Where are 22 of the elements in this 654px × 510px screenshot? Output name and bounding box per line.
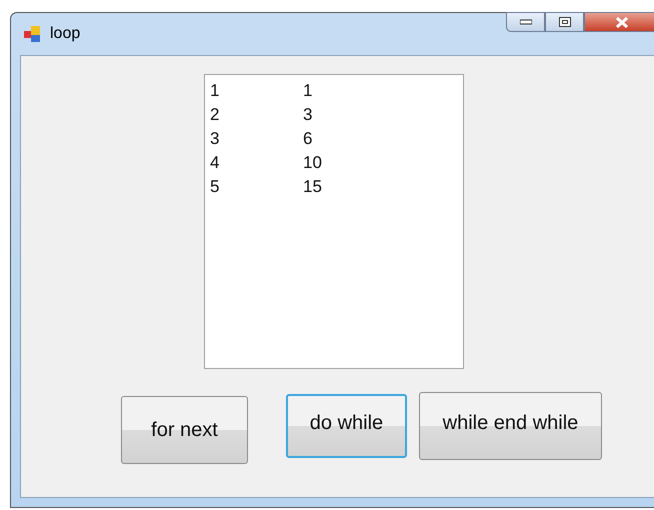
close-button[interactable] (584, 12, 654, 32)
close-icon (615, 16, 629, 28)
list-box[interactable]: 1 1 2 3 3 6 4 10 5 15 (204, 74, 464, 369)
list-item-text: 10 (303, 152, 322, 174)
list-item-text: 2 (210, 104, 220, 126)
action-button[interactable]: for next (121, 396, 248, 464)
list-item-text: 5 (210, 176, 220, 198)
list-item-text: 1 (210, 80, 220, 102)
list-item-text: 6 (303, 128, 312, 150)
list-item-text: 4 (210, 152, 220, 174)
list-item-text: 3 (210, 128, 220, 150)
app-icon (23, 25, 41, 43)
list-item-text: 15 (303, 176, 322, 198)
maximize-icon (558, 17, 570, 27)
list-item-text: 1 (303, 80, 312, 102)
minimize-button[interactable] (506, 12, 545, 32)
minimize-icon (520, 19, 532, 25)
action-button[interactable]: do while (286, 394, 407, 458)
window-title: loop (50, 25, 80, 43)
action-button[interactable]: while end while (419, 392, 602, 460)
list-item-text: 3 (303, 104, 312, 126)
maximize-button[interactable] (545, 12, 584, 32)
